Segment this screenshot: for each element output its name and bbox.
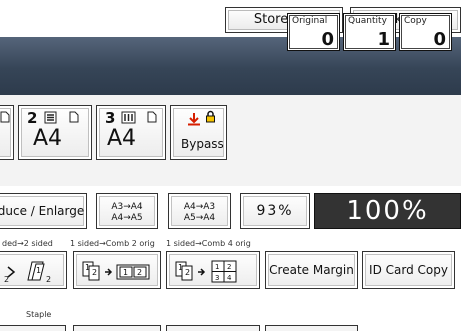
svg-text:4: 4: [227, 274, 232, 282]
svg-text:2: 2: [4, 275, 9, 284]
duplex-button[interactable]: 212: [0, 251, 67, 289]
quantity-value: 1: [377, 29, 390, 50]
staple-option-button-2[interactable]: [166, 325, 260, 331]
staple-off-button[interactable]: [0, 325, 66, 331]
comb2-button[interactable]: 1212: [73, 251, 161, 289]
combine-4-icon: 121 23 4: [175, 260, 237, 283]
svg-text:1: 1: [36, 266, 41, 275]
svg-text:2: 2: [185, 268, 190, 277]
enlarge-ratio-button[interactable]: A4→A3 A5→A4: [168, 193, 231, 229]
reduce-ratio-button[interactable]: A3→A4 A4→A5: [96, 193, 158, 229]
paper-portrait-icon: [69, 111, 79, 123]
original-label: Original: [292, 16, 328, 26]
combine-2-icon: 12 1 2: [82, 261, 150, 281]
svg-text:3: 3: [215, 274, 219, 282]
staple-caption: Staple: [26, 310, 52, 319]
comb2-caption: 1 sided→Comb 2 orig: [70, 239, 155, 248]
lock-icon: [206, 110, 215, 123]
paper-tray-3-button[interactable]: 3 A4: [96, 105, 166, 160]
paper-portrait-icon: [147, 111, 157, 123]
create-margin-button[interactable]: Create Margin: [265, 251, 358, 289]
reduce-ratio-line2: A4→A5: [111, 213, 143, 223]
staple-option-button-3[interactable]: [265, 325, 358, 331]
svg-text:2: 2: [137, 268, 142, 277]
paper-portrait-icon: [0, 111, 10, 123]
bypass-tray-button[interactable]: Bypass: [170, 105, 227, 160]
tray-3-size: A4: [107, 126, 137, 151]
quantity-counter: Quantity 1: [343, 13, 396, 51]
svg-text:2: 2: [92, 268, 97, 277]
copy-value: 0: [433, 29, 446, 50]
comb4-button[interactable]: 121234: [166, 251, 260, 289]
original-counter: Original 0: [287, 13, 340, 51]
reduce-enlarge-button[interactable]: duce / Enlarge: [0, 193, 87, 229]
enlarge-ratio-line2: A5→A4: [183, 213, 216, 223]
reduce-ratio-line1: A3→A4: [111, 202, 143, 212]
paper-stack-icon: [44, 111, 57, 124]
bypass-label: Bypass: [181, 137, 224, 151]
quantity-label: Quantity: [348, 16, 387, 26]
staple-option-button-1[interactable]: [73, 325, 161, 331]
comb4-caption: 1 sided→Comb 4 orig: [166, 239, 251, 248]
original-value: 0: [321, 29, 334, 50]
svg-text:1: 1: [123, 268, 128, 277]
copy-counter: Copy 0: [399, 13, 452, 51]
svg-text:2: 2: [227, 263, 231, 271]
id-card-copy-button[interactable]: ID Card Copy: [362, 251, 455, 289]
paper-tray-2-button[interactable]: 2 A4: [18, 105, 92, 160]
svg-text:1: 1: [215, 263, 219, 271]
enlarge-ratio-line1: A4→A3: [183, 202, 216, 212]
bypass-arrow-icon: [188, 113, 200, 126]
ratio-93-button[interactable]: 93%: [240, 193, 310, 229]
paper-tray-1-button[interactable]: [0, 105, 14, 160]
tray-3-index: 3: [105, 109, 116, 127]
duplex-caption: ded→2 sided: [2, 239, 53, 248]
svg-text:2: 2: [46, 275, 51, 284]
tray-2-index: 2: [27, 109, 38, 127]
tray-2-size: A4: [33, 126, 63, 151]
duplex-icon: 212: [4, 261, 51, 284]
paper-stack-icon: [121, 111, 136, 124]
copy-label: Copy: [404, 16, 427, 26]
ratio-100-button[interactable]: 100%: [314, 193, 461, 229]
